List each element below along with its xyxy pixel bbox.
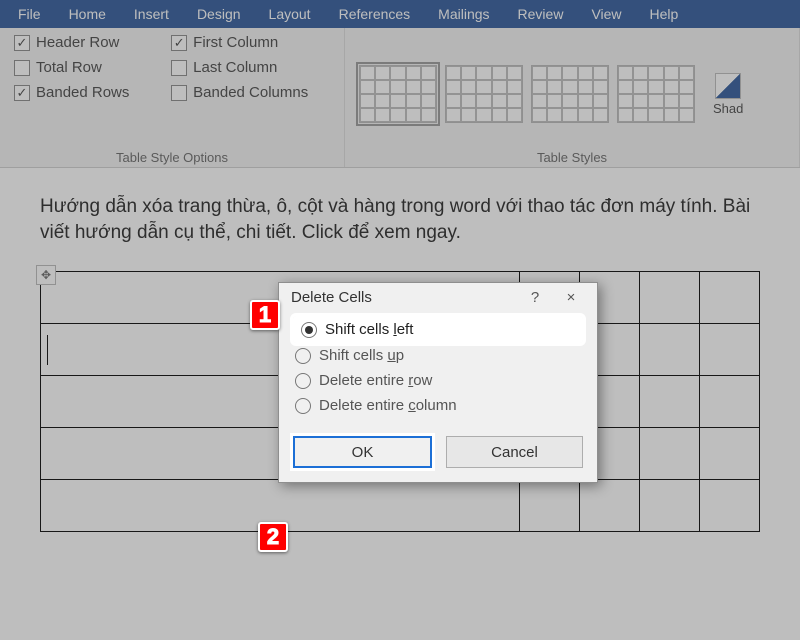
cancel-button[interactable]: Cancel <box>446 436 583 468</box>
radio-shift-cells-up[interactable]: Shift cells up <box>293 343 583 368</box>
radio-delete-entire-column[interactable]: Delete entire column <box>293 393 583 418</box>
dialog-titlebar[interactable]: Delete Cells ? × <box>279 283 597 312</box>
delete-cells-dialog: Delete Cells ? × Shift cells left Shift … <box>278 282 598 483</box>
radio-label: Delete entire column <box>319 397 457 414</box>
radio-shift-cells-left[interactable]: Shift cells left <box>293 316 583 343</box>
radio-label: Shift cells left <box>325 321 413 338</box>
ok-button[interactable]: OK <box>293 436 432 468</box>
radio-label: Shift cells up <box>319 347 404 364</box>
radio-icon <box>295 348 311 364</box>
close-button[interactable]: × <box>553 289 589 306</box>
dialog-title: Delete Cells <box>291 289 517 306</box>
radio-icon <box>301 322 317 338</box>
radio-label: Delete entire row <box>319 372 432 389</box>
annotation-badge-2: 2 <box>258 522 288 552</box>
radio-icon <box>295 398 311 414</box>
annotation-badge-1: 1 <box>250 300 280 330</box>
help-button[interactable]: ? <box>517 289 553 306</box>
radio-icon <box>295 373 311 389</box>
radio-delete-entire-row[interactable]: Delete entire row <box>293 368 583 393</box>
